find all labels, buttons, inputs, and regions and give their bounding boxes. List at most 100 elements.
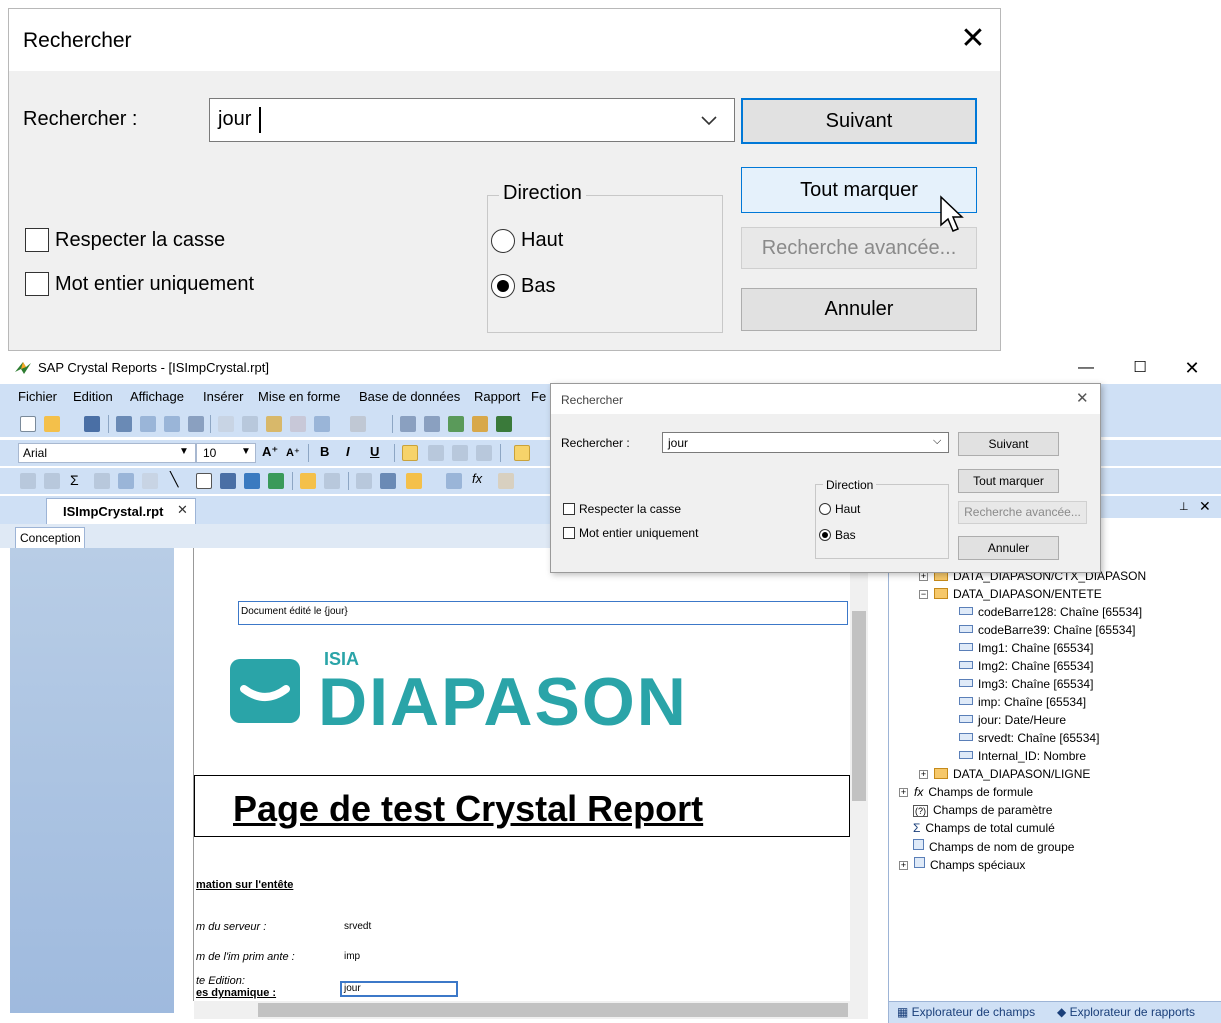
search-input[interactable]: jour ⌵ [662,432,949,453]
subreport-icon[interactable] [142,473,158,489]
whole-word-checkbox[interactable] [25,272,49,296]
tree-item-field[interactable]: codeBarre39: Chaîne [65534] [959,623,1135,641]
section-expert-icon[interactable] [324,473,340,489]
tree-item-field[interactable]: Img1: Chaîne [65534] [959,641,1093,659]
expand-icon[interactable]: + [919,572,928,581]
grow-font-icon[interactable]: A⁺ [262,444,278,460]
close-icon[interactable]: ✕ [1172,353,1212,383]
font-name-select[interactable]: Arial ▼ [18,443,196,463]
tab-field-explorer[interactable]: ▦ Explorateur de champs [897,1005,1035,1019]
format-icon[interactable] [498,473,514,489]
tree-item-entete[interactable]: − DATA_DIAPASON/ENTETE [919,587,1102,605]
horizontal-scrollbar[interactable] [194,1001,868,1019]
bold-icon[interactable]: B [320,444,329,459]
tab-isimpcrystal[interactable]: ISImpCrystal.rpt ✕ [46,498,196,524]
tree-item-special-fields[interactable]: + Champs spéciaux [899,857,1025,875]
cut-icon[interactable] [218,416,234,432]
close-icon[interactable]: ✕ [177,502,188,518]
tree-item-field[interactable]: jour: Date/Heure [959,713,1066,731]
edition-label[interactable]: te Edition: [196,975,245,987]
chevron-down-icon[interactable] [698,109,720,131]
redo-icon[interactable] [350,416,366,432]
sort-az-icon[interactable] [380,473,396,489]
report-design-surface[interactable]: Document édité le {jour} ISIA DIAPASON P… [194,571,850,1001]
pin-icon[interactable]: ⊥ [1179,500,1189,513]
menu-edition[interactable]: Edition [73,389,113,404]
shrink-font-icon[interactable]: A⁺ [286,446,300,459]
menu-inserer[interactable]: Insérer [203,389,243,404]
text-object-icon[interactable] [20,473,36,489]
minimize-icon[interactable]: — [1066,353,1106,383]
tree-item-field[interactable]: srvedt: Chaîne [65534] [959,731,1099,749]
highlight-icon[interactable] [300,473,316,489]
border-icon[interactable] [514,445,530,461]
tree-item-field[interactable]: imp: Chaîne [65534] [959,695,1086,713]
jour-field[interactable]: jour [340,981,458,997]
advanced-search-button[interactable]: Recherche avancée... [958,501,1087,524]
align-right-icon[interactable] [452,445,468,461]
menu-fenetre[interactable]: Fe [531,389,546,404]
match-case-checkbox[interactable] [25,228,49,252]
next-button[interactable]: Suivant [741,98,977,144]
olap-grid-icon[interactable] [118,473,134,489]
format-painter-icon[interactable] [290,416,306,432]
vertical-scrollbar[interactable] [850,571,868,1001]
document-date-field[interactable]: Document édité le {jour} [238,601,848,625]
close-icon[interactable]: ✕ [955,21,991,57]
filter-icon[interactable] [406,473,422,489]
expand-icon[interactable]: + [899,788,908,797]
tree-item-field[interactable]: Internal_ID: Nombre [959,749,1086,767]
italic-icon[interactable]: I [346,444,350,459]
copy-icon[interactable] [242,416,258,432]
close-icon[interactable]: ✕ [1199,498,1211,515]
server-label[interactable]: m du serveur : [196,921,266,933]
menu-mise-en-forme[interactable]: Mise en forme [258,389,340,404]
align-center-icon[interactable] [428,445,444,461]
open-folder-icon[interactable] [44,416,60,432]
title-box[interactable]: Page de test Crystal Report [194,775,850,837]
tree-item-field[interactable]: Img3: Chaîne [65534] [959,677,1093,695]
group-icon[interactable] [44,473,60,489]
next-button[interactable]: Suivant [958,432,1059,456]
group-tree-icon[interactable] [400,416,416,432]
box-icon[interactable] [196,473,212,489]
justify-icon[interactable] [476,445,492,461]
field-explorer-icon[interactable] [424,416,440,432]
tree-item-parameter-fields[interactable]: (?) Champs de paramètre [913,803,1052,821]
expand-icon[interactable]: + [899,861,908,870]
select-expert-icon[interactable] [446,473,462,489]
menu-fichier[interactable]: Fichier [18,389,57,404]
section-header-label[interactable]: mation sur l'entête [196,879,293,891]
chevron-down-icon[interactable]: ⌵ [933,435,941,448]
tree-item-running-total-fields[interactable]: Σ Champs de total cumulé [913,821,1055,839]
cancel-button[interactable]: Annuler [958,536,1059,560]
dependency-checker-icon[interactable] [496,416,512,432]
tree-item-field[interactable]: codeBarre128: Chaîne [65534] [959,605,1142,623]
cancel-button[interactable]: Annuler [741,288,977,331]
collapse-icon[interactable]: − [919,590,928,599]
mark-all-button[interactable]: Tout marquer [958,469,1059,493]
tab-report-explorer[interactable]: ◆ Explorateur de rapports [1057,1005,1195,1019]
summary-icon[interactable]: Σ [70,472,79,488]
menu-rapport[interactable]: Rapport [474,389,520,404]
underline-icon[interactable]: U [370,444,379,459]
maximize-icon[interactable]: ☐ [1120,353,1160,383]
search-input[interactable]: jour [209,98,735,142]
direction-up-radio[interactable] [819,503,831,515]
tree-item-formula-fields[interactable]: + fx Champs de formule [899,785,1033,803]
direction-down-radio[interactable] [491,274,515,298]
undo-icon[interactable] [314,416,330,432]
scrollbar-thumb[interactable] [852,611,866,801]
srvedt-field[interactable]: srvedt [344,921,371,932]
whole-word-checkbox[interactable] [563,527,575,539]
expand-icon[interactable]: + [919,770,928,779]
map-icon[interactable] [268,473,284,489]
printer-label[interactable]: m de l'im prim ante : [196,951,295,963]
repository-icon[interactable] [472,416,488,432]
dynamic-label[interactable]: es dynamique : [196,987,276,999]
scrollbar-thumb[interactable] [258,1003,848,1017]
sort-icon[interactable] [356,473,372,489]
direction-up-radio[interactable] [491,229,515,253]
tree-item-field[interactable]: Img2: Chaîne [65534] [959,659,1093,677]
font-size-select[interactable]: 10 ▼ [196,443,256,463]
